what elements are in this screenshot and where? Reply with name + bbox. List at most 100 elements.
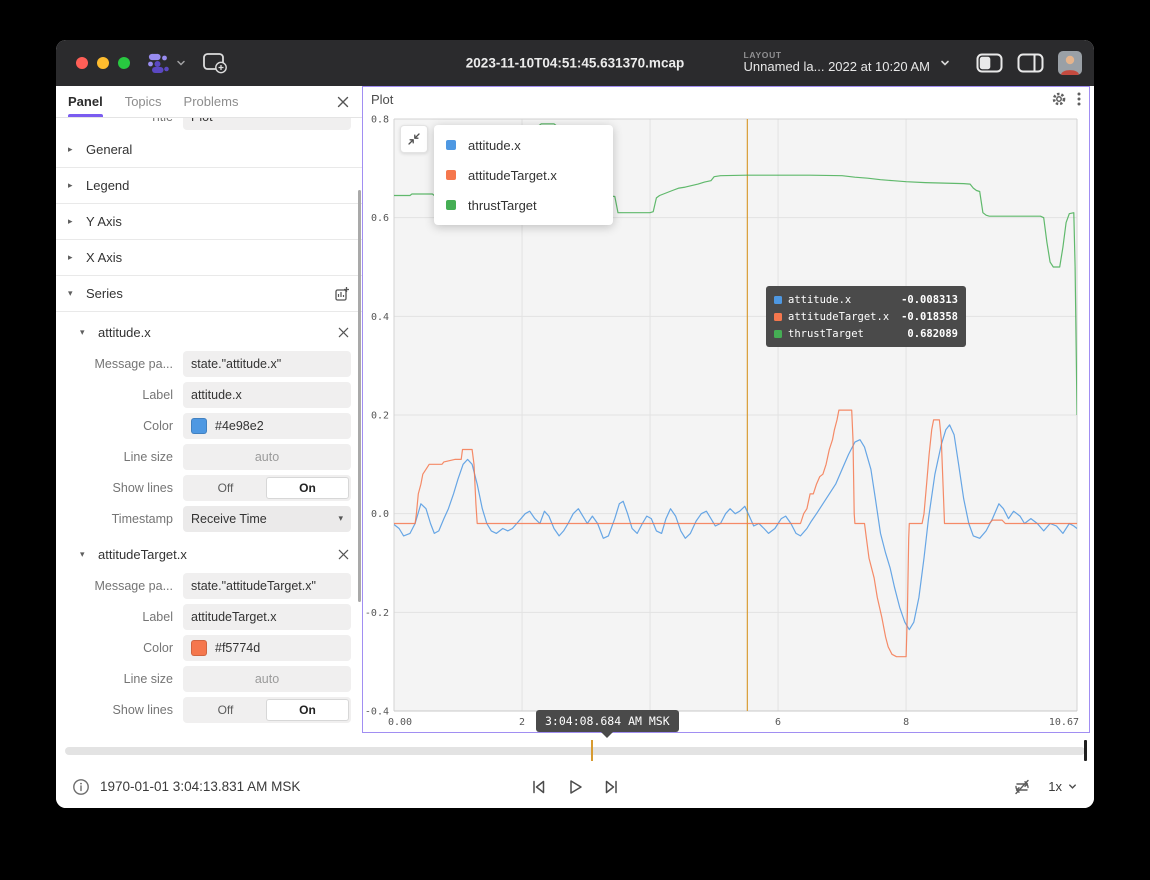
chevron-down-icon: ▾ xyxy=(338,513,343,524)
title-setting-row-clipped: Title Plot xyxy=(56,118,362,132)
layout-name: Unnamed la... 2022 at 10:20 AM xyxy=(744,60,930,75)
title-setting-label: Title xyxy=(56,118,183,124)
tooltip-value: -0.008313 xyxy=(901,294,958,306)
layout-selector[interactable]: LAYOUT Unnamed la... 2022 at 10:20 AM xyxy=(744,51,952,76)
show-lines-row: Show lines Off On xyxy=(56,472,362,503)
label-input[interactable]: attitude.x xyxy=(183,382,351,408)
caret-down-icon: ▾ xyxy=(80,549,90,560)
current-timestamp[interactable]: 1970-01-01 3:04:13.831 AM MSK xyxy=(100,779,300,794)
caret-right-icon: ▸ xyxy=(68,144,78,155)
remove-series-icon[interactable] xyxy=(337,548,350,561)
section-series[interactable]: ▾ Series xyxy=(56,276,362,312)
seek-hover-tooltip: 3:04:08.684 AM MSK xyxy=(536,710,679,732)
show-lines-toggle: Off On xyxy=(183,697,351,723)
caret-right-icon: ▸ xyxy=(68,216,78,227)
svg-text:0.0: 0.0 xyxy=(371,509,389,520)
right-sidebar-toggle-icon[interactable] xyxy=(1017,53,1044,73)
remove-series-icon[interactable] xyxy=(337,326,350,339)
play-button[interactable] xyxy=(565,777,585,797)
tooltip-value: -0.018358 xyxy=(901,311,958,323)
show-lines-row: Show lines Off On xyxy=(56,694,362,725)
section-general[interactable]: ▸ General xyxy=(56,132,362,168)
collapse-arrows-icon xyxy=(407,132,421,146)
sidebar-scrollbar[interactable] xyxy=(358,190,361,602)
tooltip-value: 0.682089 xyxy=(907,328,958,340)
plot-panel[interactable]: Plot 0.80.60.40.20.0-0.2-0.40 xyxy=(362,86,1090,733)
color-row: Color #4e98e2 xyxy=(56,410,362,441)
legend-item-thrust-target[interactable]: thrustTarget xyxy=(434,190,613,220)
left-sidebar-toggle-icon[interactable] xyxy=(976,53,1003,73)
panel-settings-gear-icon[interactable] xyxy=(1051,91,1067,107)
color-swatch[interactable] xyxy=(191,418,207,434)
show-lines-on-button[interactable]: On xyxy=(266,477,349,499)
window-controls xyxy=(76,57,130,69)
section-legend[interactable]: ▸ Legend xyxy=(56,168,362,204)
tab-topics[interactable]: Topics xyxy=(125,86,162,117)
minimize-window-button[interactable] xyxy=(97,57,109,69)
caret-right-icon: ▸ xyxy=(68,252,78,263)
svg-text:0.2: 0.2 xyxy=(371,411,389,422)
color-input[interactable]: #4e98e2 xyxy=(183,413,351,439)
legend-swatch xyxy=(446,200,456,210)
label-row: Label attitudeTarget.x xyxy=(56,601,362,632)
line-size-input[interactable]: auto xyxy=(183,444,351,470)
legend-item-attitude-x[interactable]: attitude.x xyxy=(434,130,613,160)
maximize-window-button[interactable] xyxy=(118,57,130,69)
series-header-attitude-x[interactable]: ▾ attitude.x xyxy=(56,316,362,348)
caret-down-icon: ▾ xyxy=(68,288,78,299)
svg-text:-0.2: -0.2 xyxy=(365,608,389,619)
timestamp-row: Timestamp Receive Time ▾ xyxy=(56,503,362,534)
show-lines-on-button[interactable]: On xyxy=(266,699,349,721)
close-sidebar-icon[interactable] xyxy=(336,95,350,109)
add-series-icon[interactable] xyxy=(334,286,350,302)
plot-legend: attitude.x attitudeTarget.x thrustTarget xyxy=(434,125,613,225)
close-window-button[interactable] xyxy=(76,57,88,69)
seek-bar[interactable] xyxy=(65,747,1085,755)
tooltip-swatch xyxy=(774,330,782,338)
message-path-row: Message pa... state."attitudeTarget.x" xyxy=(56,570,362,601)
title-setting-input[interactable]: Plot xyxy=(183,118,351,130)
add-panel-icon[interactable] xyxy=(202,51,228,75)
timestamp-select[interactable]: Receive Time ▾ xyxy=(183,506,351,532)
show-lines-off-button[interactable]: Off xyxy=(185,477,266,499)
panel-settings-sidebar: Panel Topics Problems Title Plot xyxy=(56,86,362,733)
legend-item-attitude-target-x[interactable]: attitudeTarget.x xyxy=(434,160,613,190)
line-size-input[interactable]: auto xyxy=(183,666,351,692)
series-header-attitude-target-x[interactable]: ▾ attitudeTarget.x xyxy=(56,538,362,570)
sidebar-tabs: Panel Topics Problems xyxy=(56,86,362,118)
foxglove-logo-icon[interactable] xyxy=(146,51,170,75)
show-lines-off-button[interactable]: Off xyxy=(185,699,266,721)
tab-panel[interactable]: Panel xyxy=(68,86,103,117)
playback-info-icon[interactable] xyxy=(72,778,90,796)
app-menu-chevron-icon[interactable] xyxy=(175,57,187,69)
show-lines-toggle: Off On xyxy=(183,475,351,501)
app-window: 2023-11-10T04:51:45.631370.mcap LAYOUT U… xyxy=(56,40,1094,808)
user-avatar[interactable] xyxy=(1058,51,1082,75)
label-input[interactable]: attitudeTarget.x xyxy=(183,604,351,630)
color-input[interactable]: #f5774d xyxy=(183,635,351,661)
panel-menu-kebab-icon[interactable] xyxy=(1077,91,1081,107)
datasource-title[interactable]: 2023-11-10T04:51:45.631370.mcap xyxy=(466,56,684,71)
label-row: Label attitude.x xyxy=(56,379,362,410)
seek-backward-button[interactable] xyxy=(529,777,549,797)
section-y-axis[interactable]: ▸ Y Axis xyxy=(56,204,362,240)
legend-collapse-button[interactable] xyxy=(400,125,428,153)
seek-forward-button[interactable] xyxy=(601,777,621,797)
tab-problems[interactable]: Problems xyxy=(184,86,239,117)
tooltip-swatch xyxy=(774,313,782,321)
seek-playhead[interactable] xyxy=(1084,740,1087,761)
loop-off-icon[interactable] xyxy=(1012,777,1032,797)
legend-swatch xyxy=(446,140,456,150)
line-size-row: Line size auto xyxy=(56,441,362,472)
message-path-input[interactable]: state."attitudeTarget.x" xyxy=(183,573,351,599)
seek-hover-marker xyxy=(591,740,593,761)
section-x-axis[interactable]: ▸ X Axis xyxy=(56,240,362,276)
plot-panel-title: Plot xyxy=(371,92,393,107)
svg-text:2: 2 xyxy=(519,717,525,728)
color-swatch[interactable] xyxy=(191,640,207,656)
playback-speed-select[interactable]: 1x xyxy=(1048,779,1078,794)
chevron-down-icon xyxy=(1067,781,1078,792)
plot-panel-header: Plot xyxy=(363,87,1089,111)
svg-text:0.4: 0.4 xyxy=(371,312,389,323)
message-path-input[interactable]: state."attitude.x" xyxy=(183,351,351,377)
